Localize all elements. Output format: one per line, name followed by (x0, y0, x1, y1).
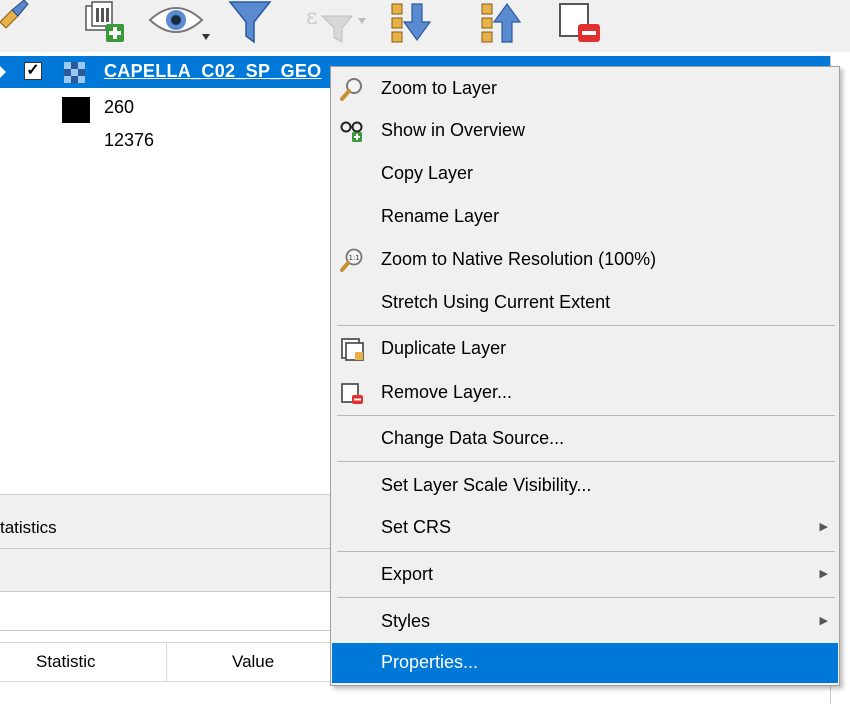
menu-item-label: Remove Layer... (381, 382, 513, 402)
duplicate-layer-icon (340, 337, 364, 361)
menu-item-properties[interactable]: Properties... (332, 643, 838, 683)
statistics-options-row (0, 600, 330, 631)
menu-item-label: Copy Layer (381, 163, 474, 183)
remove-layer-icon[interactable] (556, 0, 612, 46)
layer-name[interactable]: CAPELLA_C02_SP_GEO (104, 61, 321, 82)
menu-item-zoom-to-layer[interactable]: Zoom to Layer (332, 69, 838, 109)
layer-context-menu: Zoom to Layer Show in Overview Copy Laye… (330, 66, 840, 686)
raster-layer-icon (64, 62, 86, 89)
svg-text:ε: ε (306, 5, 317, 30)
menu-separator (337, 461, 835, 462)
statistics-toolbar (0, 548, 330, 592)
menu-item-label: Export (381, 564, 434, 584)
collapse-all-icon[interactable] (478, 0, 526, 46)
submenu-arrow-icon: ▶ (819, 568, 828, 580)
menu-item-label: Stretch Using Current Extent (381, 292, 611, 312)
legend-min-value: 12376 (104, 130, 155, 150)
statistics-table-header: Statistic Value (0, 642, 330, 682)
menu-item-show-in-overview[interactable]: Show in Overview (332, 111, 838, 151)
tree-expander-icon[interactable] (0, 64, 8, 80)
expand-all-icon[interactable] (388, 0, 436, 46)
add-group-icon[interactable] (80, 0, 132, 44)
filter-icon[interactable] (228, 0, 272, 46)
svg-text:1:1: 1:1 (349, 254, 360, 262)
menu-item-label: Show in Overview (381, 120, 526, 140)
zoom-to-layer-icon (340, 77, 364, 101)
menu-item-zoom-native-resolution[interactable]: 1:1 Zoom to Native Resolution (100%) (332, 240, 838, 280)
menu-item-stretch-current-extent[interactable]: Stretch Using Current Extent (332, 283, 838, 323)
menu-item-rename-layer[interactable]: Rename Layer (332, 197, 838, 237)
menu-item-remove-layer[interactable]: Remove Layer... (332, 373, 838, 413)
menu-separator (337, 597, 835, 598)
layers-toolbar: ε (0, 0, 850, 52)
remove-layer-icon (340, 381, 364, 405)
menu-item-styles[interactable]: Styles ▶ (332, 602, 838, 642)
menu-item-label: Styles (381, 611, 431, 631)
column-divider (166, 643, 167, 681)
style-brush-icon[interactable] (0, 0, 30, 36)
menu-item-label: Duplicate Layer (381, 338, 507, 358)
menu-item-label: Zoom to Layer (381, 78, 498, 98)
filter-expression-icon[interactable]: ε (304, 0, 374, 46)
menu-item-label: Properties... (381, 652, 479, 672)
zoom-native-icon: 1:1 (340, 248, 364, 272)
menu-item-set-crs[interactable]: Set CRS ▶ (332, 508, 838, 548)
menu-item-label: Change Data Source... (381, 428, 565, 448)
menu-item-duplicate-layer[interactable]: Duplicate Layer (332, 329, 838, 369)
legend-color-swatch (62, 97, 90, 123)
menu-item-change-data-source[interactable]: Change Data Source... (332, 419, 838, 459)
menu-item-export[interactable]: Export ▶ (332, 555, 838, 595)
menu-item-label: Set Layer Scale Visibility... (381, 475, 592, 495)
column-header-statistic[interactable]: Statistic (36, 652, 96, 672)
menu-item-set-scale-visibility[interactable]: Set Layer Scale Visibility... (332, 466, 838, 506)
menu-item-label: Zoom to Native Resolution (100%) (381, 249, 657, 269)
submenu-arrow-icon: ▶ (819, 521, 828, 533)
statistics-tab[interactable]: tatistics (0, 518, 57, 538)
menu-item-label: Rename Layer (381, 206, 500, 226)
menu-item-copy-layer[interactable]: Copy Layer (332, 154, 838, 194)
layer-visibility-checkbox[interactable]: ✓ (24, 62, 42, 80)
column-header-value[interactable]: Value (232, 652, 274, 672)
legend-max-value: 260 (104, 97, 135, 117)
visibility-eye-icon[interactable] (146, 0, 216, 46)
overview-glasses-icon (340, 119, 364, 143)
menu-item-label: Set CRS (381, 517, 452, 537)
menu-separator (337, 551, 835, 552)
submenu-arrow-icon: ▶ (819, 615, 828, 627)
menu-separator (337, 325, 835, 326)
menu-separator (337, 415, 835, 416)
